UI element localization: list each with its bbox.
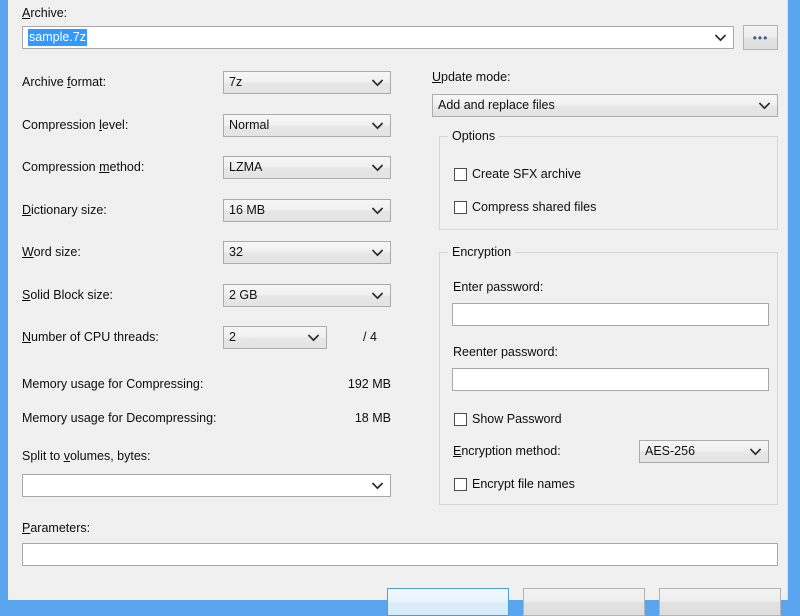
dictionary-size-label: Dictionary size:: [22, 203, 107, 218]
dictionary-size-combobox[interactable]: 16 MB: [223, 199, 391, 222]
split-volumes-label: Split to volumes, bytes:: [22, 449, 151, 464]
create-sfx-archive-checkbox[interactable]: Create SFX archive: [454, 167, 581, 181]
memory-decompress-value: 18 MB: [271, 411, 391, 425]
cpu-threads-combobox[interactable]: 2: [223, 326, 327, 349]
chevron-down-icon: [371, 285, 383, 306]
archive-path-value: sample.7z: [28, 29, 87, 46]
checkbox-box: [454, 201, 467, 214]
encrypt-file-names-checkbox[interactable]: Encrypt file names: [454, 477, 575, 491]
compression-level-value: Normal: [229, 118, 269, 132]
chevron-down-icon: [758, 95, 770, 116]
enter-password-input[interactable]: [452, 303, 769, 326]
update-mode-combobox[interactable]: Add and replace files: [432, 94, 778, 117]
chevron-down-icon: [307, 327, 319, 348]
checkbox-box: [454, 168, 467, 181]
parameters-input[interactable]: [22, 543, 778, 566]
archive-format-label: Archive format:: [22, 75, 106, 90]
encryption-method-label: Encryption method:: [453, 444, 561, 459]
reenter-password-input[interactable]: [452, 368, 769, 391]
chevron-down-icon: [371, 115, 383, 136]
compress-shared-files-checkbox[interactable]: Compress shared files: [454, 200, 596, 214]
archive-format-value: 7z: [229, 75, 242, 89]
show-password-label: Show Password: [472, 412, 562, 426]
ellipsis-icon: •••: [753, 35, 769, 41]
archive-path-combobox[interactable]: sample.7z: [22, 26, 734, 49]
split-volumes-combobox[interactable]: [22, 474, 391, 497]
dialog-client-area: Archive: sample.7z ••• Archive format: 7…: [8, 0, 788, 600]
memory-decompress-label: Memory usage for Decompressing:: [22, 411, 217, 426]
cpu-threads-label: Number of CPU threads:: [22, 330, 159, 345]
chevron-down-icon: [371, 200, 383, 221]
ok-button[interactable]: [387, 588, 509, 616]
update-mode-label: Update mode:: [432, 70, 511, 85]
cpu-threads-value: 2: [229, 330, 236, 344]
chevron-down-icon: [371, 242, 383, 263]
encrypt-file-names-label: Encrypt file names: [472, 477, 575, 491]
chevron-down-icon: [749, 441, 761, 462]
compression-method-combobox[interactable]: LZMA: [223, 156, 391, 179]
cpu-threads-total: / 4: [363, 330, 377, 345]
parameters-label: Parameters:: [22, 521, 90, 536]
memory-compress-label: Memory usage for Compressing:: [22, 377, 203, 392]
options-group-title: Options: [448, 129, 499, 143]
compression-method-label: Compression method:: [22, 160, 144, 175]
solid-block-size-combobox[interactable]: 2 GB: [223, 284, 391, 307]
create-sfx-archive-label: Create SFX archive: [472, 167, 581, 181]
archive-label: Archive:: [22, 6, 67, 21]
checkbox-box: [454, 413, 467, 426]
update-mode-value: Add and replace files: [438, 98, 555, 112]
dictionary-size-value: 16 MB: [229, 203, 265, 217]
solid-block-size-value: 2 GB: [229, 288, 258, 302]
compress-shared-files-label: Compress shared files: [472, 200, 596, 214]
word-size-value: 32: [229, 245, 243, 259]
solid-block-size-label: Solid Block size:: [22, 288, 113, 303]
enter-password-label: Enter password:: [453, 280, 543, 295]
archive-format-combobox[interactable]: 7z: [223, 71, 391, 94]
chevron-down-icon: [371, 475, 383, 496]
help-button[interactable]: [659, 588, 781, 616]
show-password-checkbox[interactable]: Show Password: [454, 412, 562, 426]
add-to-archive-dialog: Archive: sample.7z ••• Archive format: 7…: [0, 0, 800, 600]
chevron-down-icon: [371, 72, 383, 93]
compression-method-value: LZMA: [229, 160, 262, 174]
word-size-label: Word size:: [22, 245, 81, 260]
encryption-method-value: AES-256: [645, 444, 695, 458]
options-group: Options: [439, 136, 778, 230]
browse-archive-button[interactable]: •••: [743, 25, 778, 50]
reenter-password-label: Reenter password:: [453, 345, 558, 360]
cancel-button[interactable]: [523, 588, 645, 616]
encryption-method-combobox[interactable]: AES-256: [639, 440, 769, 463]
memory-compress-value: 192 MB: [271, 377, 391, 391]
compression-level-combobox[interactable]: Normal: [223, 114, 391, 137]
word-size-combobox[interactable]: 32: [223, 241, 391, 264]
chevron-down-icon: [714, 27, 726, 48]
compression-level-label: Compression level:: [22, 118, 128, 133]
encryption-group-title: Encryption: [448, 245, 515, 259]
chevron-down-icon: [371, 157, 383, 178]
checkbox-box: [454, 478, 467, 491]
